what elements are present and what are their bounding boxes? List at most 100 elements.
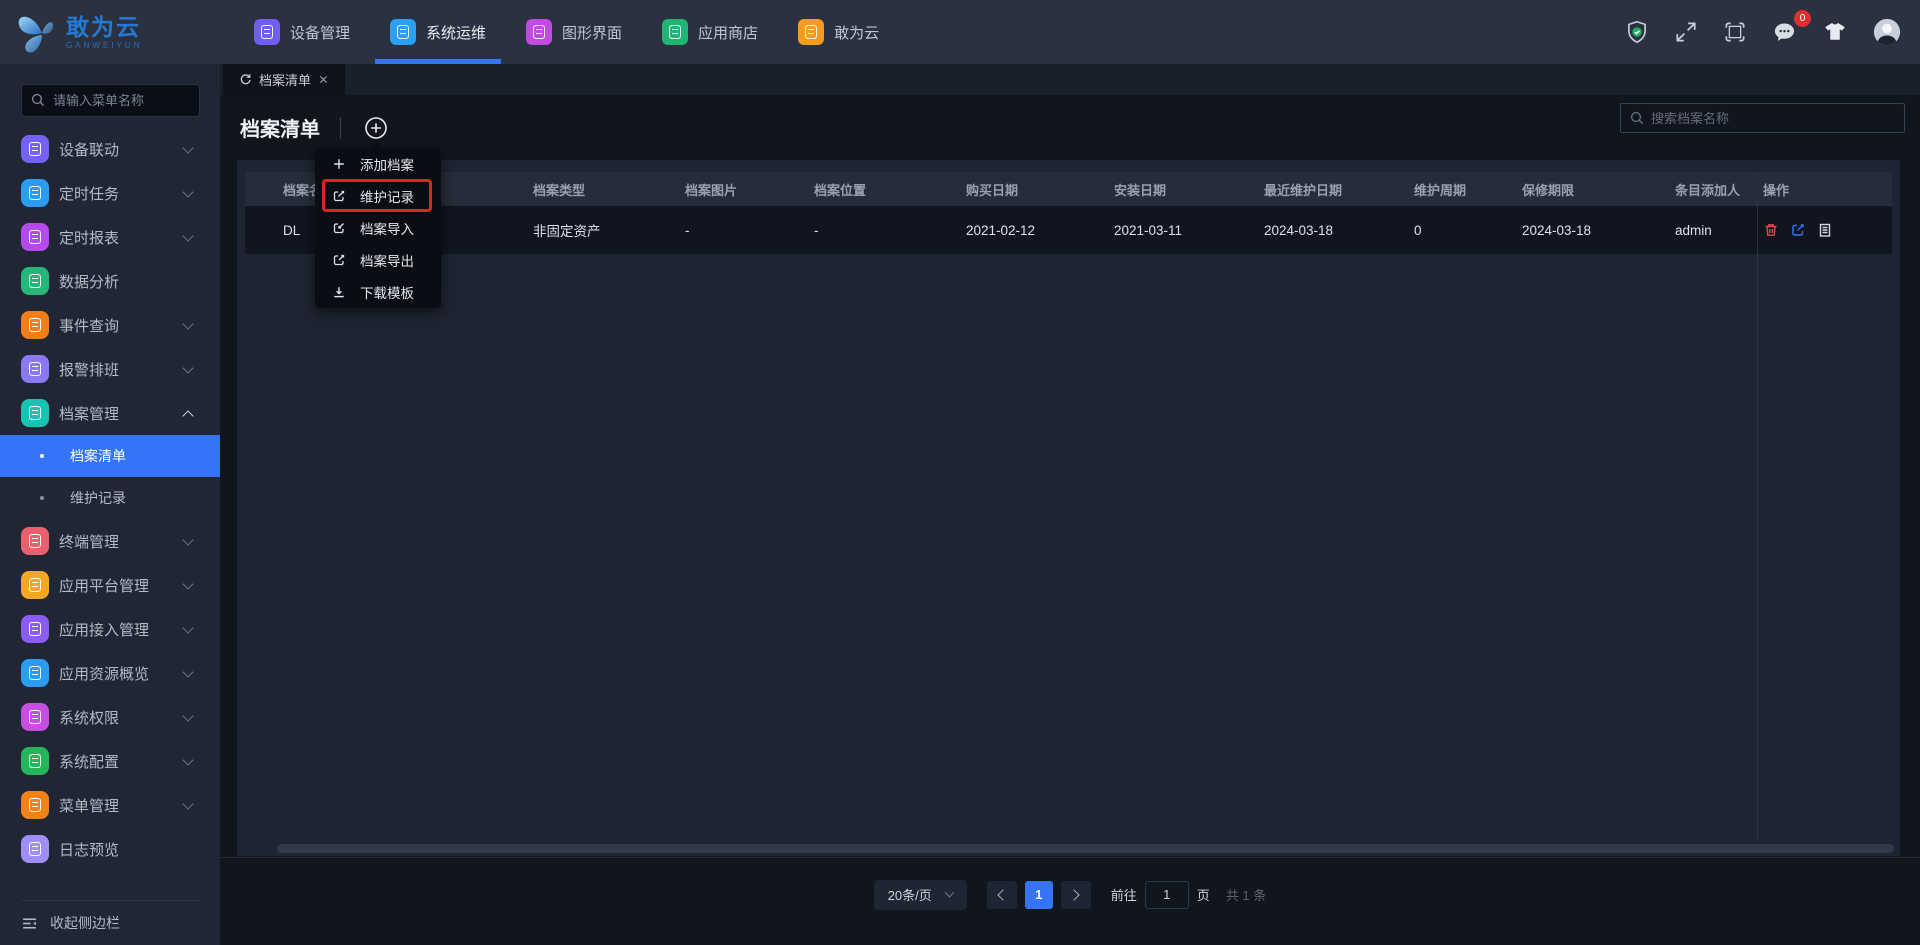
current-page-button[interactable]: 1	[1024, 880, 1053, 909]
top-navbar: 敢为云 GANWEIYUN 设备管理 系统运维 图形界面 应用商店 敢为云 0	[0, 0, 1920, 64]
chevron-left-icon	[997, 888, 1009, 901]
sidebar-item-archive-management[interactable]: 档案管理	[0, 391, 220, 435]
edit-icon[interactable]	[1790, 222, 1806, 238]
column-header: 档案图片	[685, 182, 738, 198]
menu-item-maintenance-record[interactable]: 维护记录	[315, 180, 441, 212]
timed-task-icon	[21, 179, 49, 207]
chevron-down-icon	[182, 798, 194, 810]
add-actions-button[interactable]	[363, 115, 389, 141]
menu-item-download-template[interactable]: 下载模板	[315, 276, 441, 308]
cell-install-date: 2021-03-11	[1114, 222, 1183, 238]
search-icon	[1630, 111, 1644, 125]
dropdown-caret	[372, 142, 384, 148]
close-icon[interactable]	[318, 74, 329, 85]
menu-item-archive-export[interactable]: 档案导出	[315, 244, 441, 276]
sidebar-subitem-maintenance-record[interactable]: 维护记录	[0, 477, 220, 519]
goto-page-input[interactable]	[1144, 880, 1189, 909]
chevron-up-icon	[182, 410, 194, 422]
device-linkage-icon	[21, 135, 49, 163]
sidebar-search-input[interactable]	[21, 84, 200, 117]
refresh-icon[interactable]	[239, 73, 252, 86]
collapse-sidebar-button[interactable]: 收起侧边栏	[0, 901, 220, 945]
sidebar-item-label: 系统权限	[59, 709, 120, 727]
prev-page-button[interactable]	[986, 880, 1017, 909]
table-panel: 档案名称 档案类型 档案图片 档案位置 购买日期 安装日期 最近维护日期 维护周…	[237, 160, 1900, 856]
sidebar-item-timed-task[interactable]: 定时任务	[0, 171, 220, 215]
page-title: 档案清单	[240, 119, 320, 141]
sidebar-item-label: 报警排班	[59, 361, 120, 379]
nav-label: 敢为云	[834, 24, 880, 42]
sidebar-subitem-archive-list[interactable]: 档案清单	[0, 435, 220, 477]
cell-purchase-date: 2021-02-12	[966, 222, 1036, 238]
alarm-schedule-icon	[21, 355, 49, 383]
nav-item-device-management[interactable]: 设备管理	[234, 0, 370, 64]
cell-warranty: 2024-03-18	[1522, 222, 1592, 238]
system-config-icon	[21, 747, 49, 775]
nav-item-app-store[interactable]: 应用商店	[642, 0, 778, 64]
sidebar-item-label: 定时任务	[59, 185, 120, 203]
top-nav: 设备管理 系统运维 图形界面 应用商店 敢为云	[234, 0, 899, 64]
frame-capture-icon[interactable]	[1722, 19, 1748, 45]
chevron-down-icon	[182, 754, 194, 766]
menu-item-label: 下载模板	[360, 286, 414, 301]
sidebar-item-log-preview[interactable]: 日志预览	[0, 827, 220, 871]
app-access-icon	[21, 615, 49, 643]
sidebar-item-app-resource[interactable]: 应用资源概览	[0, 651, 220, 695]
sidebar-item-terminal-management[interactable]: 终端管理	[0, 519, 220, 563]
circle-plus-icon	[365, 116, 387, 139]
brand-logo: 敢为云 GANWEIYUN	[0, 0, 220, 64]
column-header: 安装日期	[1114, 182, 1167, 198]
terminal-management-icon	[21, 527, 49, 555]
cell-maintain-cycle: 0	[1414, 222, 1422, 238]
sidebar-item-label: 数据分析	[59, 273, 120, 291]
theme-shirt-icon[interactable]	[1821, 18, 1849, 46]
nav-item-system-ops[interactable]: 系统运维	[370, 0, 506, 64]
search-icon	[31, 93, 45, 107]
nav-item-ganweiyun[interactable]: 敢为云	[778, 0, 899, 64]
sidebar-item-system-config[interactable]: 系统配置	[0, 739, 220, 783]
sidebar-item-timed-report[interactable]: 定时报表	[0, 215, 220, 259]
table-header-row: 档案名称 档案类型 档案图片 档案位置 购买日期 安装日期 最近维护日期 维护周…	[245, 172, 1892, 206]
message-icon[interactable]: 0	[1771, 9, 1811, 46]
archive-management-icon	[21, 399, 49, 427]
cell-archive-type: 非固定资产	[533, 224, 601, 239]
sidebar-item-data-analysis[interactable]: 数据分析	[0, 259, 220, 303]
sidebar-item-label: 应用资源概览	[59, 665, 150, 683]
system-permission-icon	[21, 703, 49, 731]
brand-title: 敢为云	[66, 13, 141, 40]
page-size-value: 20条/页	[887, 888, 932, 903]
chevron-right-icon	[1068, 888, 1080, 901]
sidebar-item-label: 日志预览	[59, 841, 120, 859]
menu-item-label: 添加档案	[360, 158, 414, 173]
fullscreen-icon[interactable]	[1673, 19, 1699, 45]
sidebar-item-event-query[interactable]: 事件查询	[0, 303, 220, 347]
nav-label: 系统运维	[426, 24, 487, 42]
sidebar-item-app-access[interactable]: 应用接入管理	[0, 607, 220, 651]
next-page-button[interactable]	[1060, 880, 1091, 909]
security-shield-icon[interactable]	[1624, 19, 1650, 45]
butterfly-logo-icon	[18, 16, 54, 53]
sidebar-item-app-platform[interactable]: 应用平台管理	[0, 563, 220, 607]
avatar[interactable]	[1872, 17, 1902, 47]
archive-search-input[interactable]	[1620, 103, 1905, 133]
sidebar-item-alarm-schedule[interactable]: 报警排班	[0, 347, 220, 391]
menu-item-add-archive[interactable]: 添加档案	[315, 148, 441, 180]
nav-label: 图形界面	[562, 24, 623, 42]
app-store-icon	[662, 19, 689, 45]
document-icon[interactable]	[1817, 222, 1833, 238]
horizontal-scrollbar[interactable]	[277, 844, 1894, 853]
delete-icon[interactable]	[1763, 222, 1779, 238]
nav-label: 设备管理	[290, 24, 351, 42]
chevron-down-icon	[182, 318, 194, 330]
page-size-select[interactable]: 20条/页	[873, 879, 967, 910]
chevron-down-icon	[182, 622, 194, 634]
menu-item-archive-import[interactable]: 档案导入	[315, 212, 441, 244]
nav-item-graphic-ui[interactable]: 图形界面	[506, 0, 642, 64]
sidebar-item-menu-management[interactable]: 菜单管理	[0, 783, 220, 827]
main-content: 档案清单 档案清单 搜索档案名称 档案名称 档案类型 档案图片 档案位置 购买日…	[220, 64, 1920, 945]
chevron-down-icon	[182, 578, 194, 590]
sidebar-item-device-linkage[interactable]: 设备联动	[0, 127, 220, 171]
tab-archive-list[interactable]: 档案清单	[223, 64, 345, 95]
cell-archive-location: -	[814, 222, 819, 238]
sidebar-item-system-permission[interactable]: 系统权限	[0, 695, 220, 739]
